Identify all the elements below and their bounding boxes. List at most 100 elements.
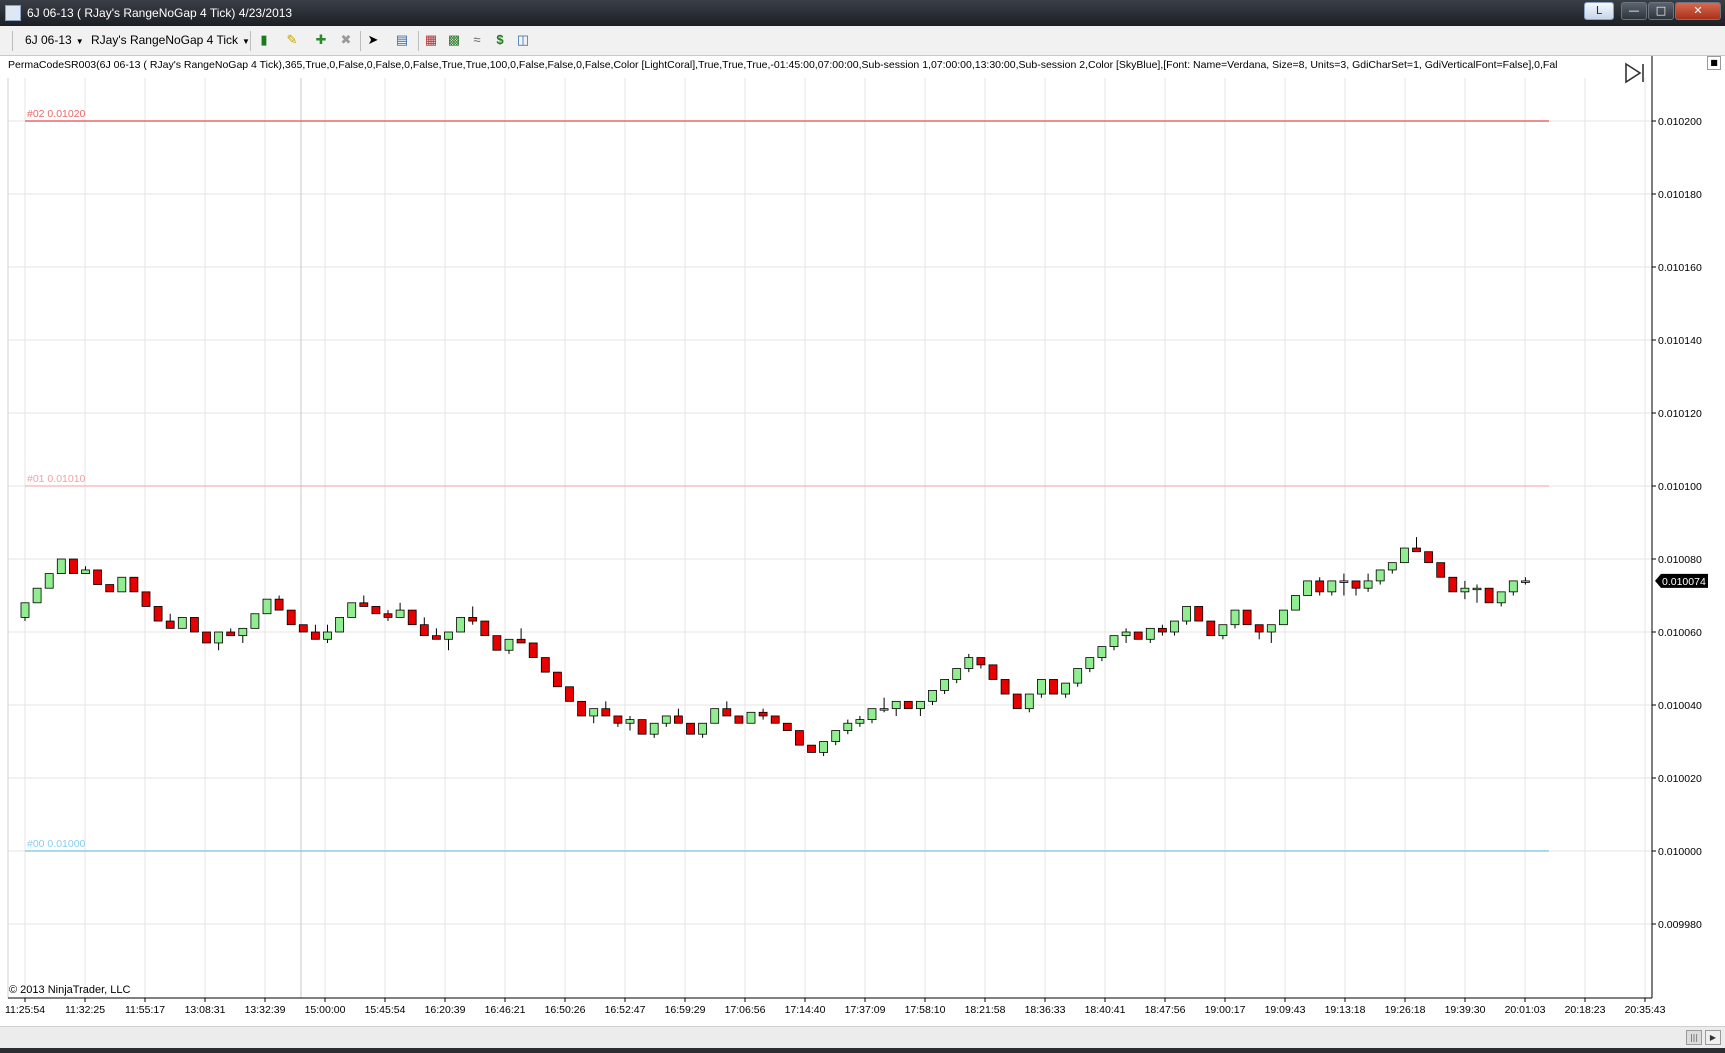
dollar-icon[interactable]: $ xyxy=(492,32,508,48)
bar-type-icon[interactable]: ▦ xyxy=(423,32,439,48)
candle-up xyxy=(1230,609,1240,626)
y-tick-label: 0.009980 xyxy=(1658,919,1702,931)
candle-up xyxy=(940,679,949,691)
candle-up xyxy=(177,617,187,629)
x-tick-label: 19:26:18 xyxy=(1385,1004,1426,1016)
candle-down xyxy=(1194,606,1204,622)
x-tick-label: 16:50:26 xyxy=(545,1004,586,1016)
candle-down xyxy=(565,686,574,702)
app-icon xyxy=(5,5,21,21)
scroll-to-end-icon[interactable] xyxy=(1623,61,1647,85)
x-tick-label: 16:20:39 xyxy=(425,1004,466,1016)
x-tick-label: 15:45:54 xyxy=(365,1004,406,1016)
scroll-thumb[interactable]: ||| xyxy=(1686,1030,1702,1045)
properties-icon[interactable]: ◫ xyxy=(515,32,531,48)
candle-up xyxy=(1303,580,1312,596)
indicators-icon[interactable]: ▩ xyxy=(446,32,462,48)
maximize-button[interactable]: □ xyxy=(1648,2,1674,20)
chart-panel[interactable]: 11:25:54 11:32:25 11:55:17 13:08:31 13:32:39… xyxy=(0,56,1725,1053)
chevron-down-icon: ▼ xyxy=(75,37,84,46)
candlestick-style-icon[interactable]: ▮ xyxy=(256,32,272,48)
close-button[interactable]: ✕ xyxy=(1675,2,1721,20)
x-tick-label: 11:25:54 xyxy=(5,1004,45,1016)
candle-down xyxy=(1242,609,1252,626)
period-selector[interactable]: RJay's RangeNoGap 4 Tick ▼ xyxy=(91,33,250,47)
strategies-icon[interactable]: ≈ xyxy=(469,32,485,48)
candle-down xyxy=(298,624,308,633)
candle-up xyxy=(335,617,345,633)
candle-up xyxy=(1024,693,1034,710)
candle-down xyxy=(407,609,417,626)
cursor-icon[interactable]: ➤ xyxy=(365,32,381,48)
panel-options-button[interactable]: ■ xyxy=(1707,56,1721,70)
candle-down xyxy=(637,719,647,735)
candle-up xyxy=(1109,635,1119,648)
candle-down xyxy=(468,617,478,622)
candle-up xyxy=(395,609,405,618)
candle-down xyxy=(782,722,792,731)
instrument-selector[interactable]: 6J 06-13 ▼ xyxy=(25,33,84,47)
candle-up xyxy=(1375,569,1385,582)
candle-up xyxy=(661,715,671,724)
candle-up xyxy=(855,719,865,724)
candle-up xyxy=(819,741,828,753)
candle-down xyxy=(419,624,429,637)
candle-up xyxy=(81,569,90,575)
candle-up xyxy=(710,708,720,724)
candle-up xyxy=(625,719,635,724)
candle-up xyxy=(928,690,937,702)
scroll-right-icon[interactable]: ▶ xyxy=(1705,1030,1721,1045)
x-tick-label: 16:59:29 xyxy=(665,1004,706,1016)
candle-down xyxy=(1424,551,1433,564)
x-tick-label: 18:21:58 xyxy=(965,1004,1006,1016)
candle-up xyxy=(347,602,357,618)
candle-up xyxy=(1073,668,1083,684)
candle-down xyxy=(758,711,768,717)
link-button-label: L xyxy=(1595,4,1603,17)
candle-up xyxy=(1339,580,1349,583)
candle-down xyxy=(359,602,369,607)
candle-up xyxy=(238,627,248,637)
candle-up xyxy=(32,587,42,604)
candle-down xyxy=(431,635,441,640)
window-bottom-border xyxy=(0,1048,1725,1053)
candle-up xyxy=(456,617,466,633)
candle-down xyxy=(1351,580,1361,589)
level-label: #02 0.01020 xyxy=(27,108,86,120)
chart-toolbar: 6J 06-13 ▼ RJay's RangeNoGap 4 Tick ▼ ▮ ✎ … xyxy=(0,26,1725,56)
candle-up xyxy=(1182,606,1191,622)
link-button[interactable]: L xyxy=(1584,2,1614,20)
candle-down xyxy=(734,715,744,724)
toolbar-divider xyxy=(250,31,251,51)
pencil-draw-icon[interactable]: ✎ xyxy=(284,32,300,48)
candle-down xyxy=(601,708,611,717)
candle-down xyxy=(202,631,211,644)
price-chart[interactable]: 11:25:54 11:32:25 11:55:17 13:08:31 13:32:39… xyxy=(0,56,1725,1026)
candle-down xyxy=(516,638,526,644)
x-tick-label: 15:00:00 xyxy=(305,1004,346,1016)
candle-up xyxy=(1266,624,1276,633)
candle-down xyxy=(286,609,296,626)
zoom-in-icon[interactable]: ✚ xyxy=(313,32,329,48)
candle-up xyxy=(698,722,707,735)
minimize-button[interactable]: — xyxy=(1621,2,1647,20)
candle-down xyxy=(69,558,78,575)
x-tick-label: 20:01:03 xyxy=(1505,1004,1546,1016)
horizontal-scrollbar[interactable]: ||| ▶ xyxy=(0,1026,1725,1048)
candle-up xyxy=(250,613,260,629)
candle-up xyxy=(1472,587,1482,591)
candle-down xyxy=(988,664,998,680)
y-tick-label: 0.010200 xyxy=(1658,116,1702,128)
candle-down xyxy=(1484,587,1494,604)
candle-up xyxy=(1460,587,1470,593)
data-box-icon[interactable]: ▤ xyxy=(394,32,410,48)
candle-up xyxy=(323,631,332,640)
candle-up xyxy=(843,722,853,731)
candle-up xyxy=(20,602,30,618)
candle-down xyxy=(371,606,381,615)
zoom-out-icon[interactable]: ✖ xyxy=(338,32,354,48)
candle-up xyxy=(1121,631,1131,637)
candle-down xyxy=(674,715,683,724)
candle-down xyxy=(686,722,695,735)
y-tick-label: 0.010100 xyxy=(1658,481,1702,493)
